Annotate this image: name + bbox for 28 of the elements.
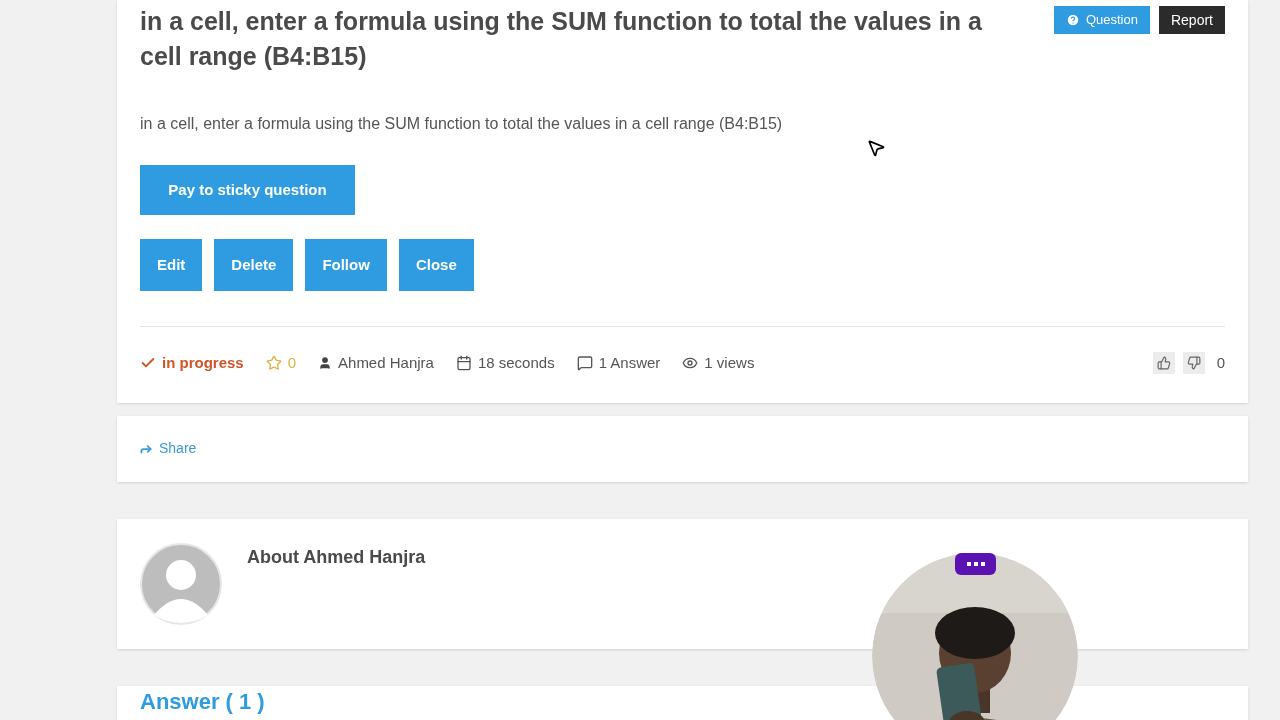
meta-text: 1 Answer bbox=[598, 353, 661, 373]
action-button[interactable]: Delete bbox=[214, 239, 294, 291]
report-button[interactable]: Report bbox=[1158, 6, 1225, 34]
meta-text: 18 seconds bbox=[477, 353, 555, 373]
avatar-icon bbox=[140, 542, 222, 625]
question-badge: Question bbox=[1053, 6, 1150, 34]
more-button[interactable] bbox=[955, 553, 996, 575]
answers-heading: Answer ( 1 ) bbox=[140, 688, 266, 715]
user-icon bbox=[318, 356, 333, 371]
sticky-button[interactable]: Pay to sticky question bbox=[140, 165, 355, 215]
like-button[interactable] bbox=[1152, 352, 1175, 375]
question-description: in a cell, enter a formula using the SUM function to total the values in a cell range (B4:B15) bbox=[140, 114, 784, 134]
dislike-button[interactable] bbox=[1182, 352, 1205, 375]
action-button[interactable]: Follow bbox=[305, 239, 387, 291]
calendar-icon bbox=[455, 355, 472, 372]
about-title: About Ahmed Hanjra bbox=[247, 545, 426, 569]
action-button[interactable]: Edit bbox=[140, 239, 203, 291]
action-button[interactable]: Close bbox=[398, 239, 474, 291]
meta-text: 0 bbox=[287, 353, 297, 373]
comment-icon bbox=[576, 355, 593, 372]
meta-text: in progress bbox=[162, 353, 244, 373]
meta-text: 1 views bbox=[704, 353, 755, 373]
question-title: in a cell, enter a formula using the SUM function to total the values in a cell range (B4:B15) bbox=[140, 6, 983, 72]
star-icon bbox=[265, 355, 282, 372]
meta-text[interactable]: Ahmed Hanjra bbox=[338, 352, 434, 375]
vote-count: 0 bbox=[1216, 353, 1225, 373]
share-link[interactable]: Share bbox=[139, 438, 197, 459]
help-icon bbox=[1065, 13, 1080, 27]
